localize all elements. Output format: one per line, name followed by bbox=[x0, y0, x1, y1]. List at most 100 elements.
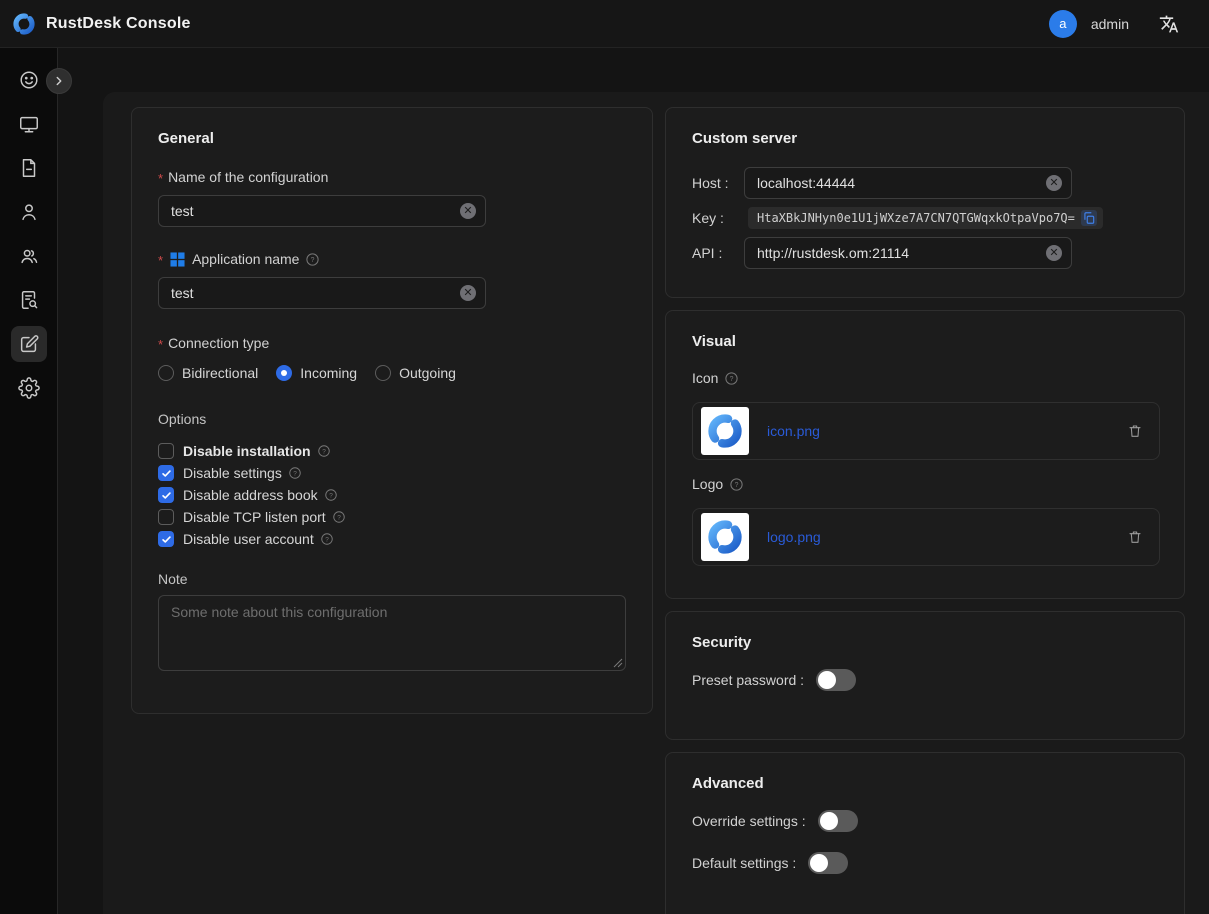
required-asterisk: * bbox=[158, 253, 163, 268]
icon-label: Icon ? bbox=[692, 370, 1158, 386]
general-card: General * Name of the configuration ✕ * … bbox=[131, 107, 653, 714]
user-icon bbox=[18, 201, 40, 223]
checkbox-disable-settings[interactable]: Disable settings ? bbox=[158, 465, 626, 481]
sidebar-item-logs[interactable] bbox=[11, 150, 47, 186]
security-title: Security bbox=[692, 634, 1158, 651]
checkbox-disable-user-account[interactable]: Disable user account ? bbox=[158, 531, 626, 547]
monitor-icon bbox=[18, 113, 40, 135]
sidebar-item-custom-clients[interactable] bbox=[11, 326, 47, 362]
required-asterisk: * bbox=[158, 171, 163, 186]
rustdesk-logo-icon bbox=[12, 12, 36, 36]
checkbox-icon bbox=[158, 487, 174, 503]
checkbox-icon bbox=[158, 509, 174, 525]
key-value-chip: HtaXBkJNHyn0e1U1jWXze7A7CN7QTGWqxkOtpaVp… bbox=[748, 207, 1103, 229]
help-icon[interactable]: ? bbox=[724, 371, 739, 386]
host-input[interactable] bbox=[744, 167, 1072, 199]
icon-file-row: icon.png bbox=[692, 402, 1160, 460]
connection-type-group: Bidirectional Incoming Outgoing bbox=[158, 365, 626, 381]
translate-icon[interactable] bbox=[1159, 14, 1179, 34]
clear-icon[interactable]: ✕ bbox=[460, 203, 476, 219]
help-icon[interactable]: ? bbox=[317, 444, 331, 458]
copy-icon[interactable] bbox=[1081, 210, 1097, 226]
sidebar-item-audit[interactable] bbox=[11, 282, 47, 318]
file-search-icon bbox=[18, 289, 40, 311]
user-name[interactable]: admin bbox=[1091, 16, 1129, 32]
custom-server-title: Custom server bbox=[692, 130, 1158, 147]
general-title: General bbox=[158, 130, 626, 147]
radio-icon bbox=[276, 365, 292, 381]
sidebar-item-groups[interactable] bbox=[11, 238, 47, 274]
override-settings-toggle[interactable] bbox=[818, 810, 858, 832]
preset-password-toggle[interactable] bbox=[816, 669, 856, 691]
checkbox-icon bbox=[158, 531, 174, 547]
note-label: Note bbox=[158, 571, 626, 587]
svg-text:?: ? bbox=[730, 376, 734, 383]
svg-text:?: ? bbox=[293, 470, 297, 477]
sidebar-item-settings[interactable] bbox=[11, 370, 47, 406]
host-label: Host : bbox=[692, 175, 744, 191]
advanced-card: Advanced Override settings : Default set… bbox=[665, 752, 1185, 914]
icon-thumbnail bbox=[701, 407, 749, 455]
icon-file-link[interactable]: icon.png bbox=[767, 423, 820, 439]
radio-icon bbox=[375, 365, 391, 381]
checkbox-disable-address-book[interactable]: Disable address book ? bbox=[158, 487, 626, 503]
note-textarea[interactable] bbox=[158, 595, 626, 671]
sidebar-item-users[interactable] bbox=[11, 194, 47, 230]
windows-icon bbox=[170, 252, 185, 267]
sidebar-expand-button[interactable] bbox=[46, 68, 72, 94]
help-icon[interactable]: ? bbox=[729, 477, 744, 492]
checkbox-icon bbox=[158, 443, 174, 459]
config-name-input[interactable] bbox=[158, 195, 486, 227]
logo-label: Logo ? bbox=[692, 476, 1158, 492]
trash-icon[interactable] bbox=[1125, 421, 1145, 441]
app-header: RustDesk Console a admin bbox=[0, 0, 1209, 48]
help-icon[interactable]: ? bbox=[305, 252, 320, 267]
main-area: General * Name of the configuration ✕ * … bbox=[58, 48, 1209, 914]
logo-thumbnail bbox=[701, 513, 749, 561]
radio-outgoing[interactable]: Outgoing bbox=[375, 365, 456, 381]
checkbox-icon bbox=[158, 465, 174, 481]
help-icon[interactable]: ? bbox=[288, 466, 302, 480]
security-card: Security Preset password : bbox=[665, 611, 1185, 740]
document-icon bbox=[18, 157, 40, 179]
app-title: RustDesk Console bbox=[46, 15, 191, 33]
connection-type-label: * Connection type bbox=[158, 335, 626, 351]
radio-incoming[interactable]: Incoming bbox=[276, 365, 357, 381]
default-settings-toggle[interactable] bbox=[808, 852, 848, 874]
logo-file-row: logo.png bbox=[692, 508, 1160, 566]
api-label: API : bbox=[692, 245, 744, 261]
override-settings-label: Override settings : bbox=[692, 813, 806, 829]
svg-text:?: ? bbox=[325, 536, 329, 543]
trash-icon[interactable] bbox=[1125, 527, 1145, 547]
sidebar-item-devices[interactable] bbox=[11, 106, 47, 142]
options-label: Options bbox=[158, 411, 626, 427]
visual-card: Visual Icon ? icon.png Logo ? bbox=[665, 310, 1185, 599]
preset-password-label: Preset password : bbox=[692, 672, 804, 688]
svg-text:?: ? bbox=[329, 492, 333, 499]
clear-icon[interactable]: ✕ bbox=[460, 285, 476, 301]
advanced-title: Advanced bbox=[692, 775, 1158, 792]
content-panel: General * Name of the configuration ✕ * … bbox=[103, 92, 1209, 914]
application-name-input[interactable] bbox=[158, 277, 486, 309]
help-icon[interactable]: ? bbox=[332, 510, 346, 524]
user-avatar[interactable]: a bbox=[1049, 10, 1077, 38]
help-icon[interactable]: ? bbox=[324, 488, 338, 502]
key-label: Key : bbox=[692, 210, 744, 226]
checkbox-disable-installation[interactable]: Disable installation ? bbox=[158, 443, 626, 459]
api-input[interactable] bbox=[744, 237, 1072, 269]
clear-icon[interactable]: ✕ bbox=[1046, 245, 1062, 261]
smiley-icon bbox=[18, 69, 40, 91]
logo-file-link[interactable]: logo.png bbox=[767, 529, 821, 545]
visual-title: Visual bbox=[692, 333, 1158, 350]
sidebar-item-dashboard[interactable] bbox=[11, 62, 47, 98]
checkbox-disable-tcp-listen-port[interactable]: Disable TCP listen port ? bbox=[158, 509, 626, 525]
radio-icon bbox=[158, 365, 174, 381]
help-icon[interactable]: ? bbox=[320, 532, 334, 546]
svg-text:?: ? bbox=[322, 448, 326, 455]
clear-icon[interactable]: ✕ bbox=[1046, 175, 1062, 191]
key-value: HtaXBkJNHyn0e1U1jWXze7A7CN7QTGWqxkOtpaVp… bbox=[757, 211, 1075, 225]
required-asterisk: * bbox=[158, 337, 163, 352]
default-settings-label: Default settings : bbox=[692, 855, 796, 871]
radio-bidirectional[interactable]: Bidirectional bbox=[158, 365, 258, 381]
gear-icon bbox=[18, 377, 40, 399]
